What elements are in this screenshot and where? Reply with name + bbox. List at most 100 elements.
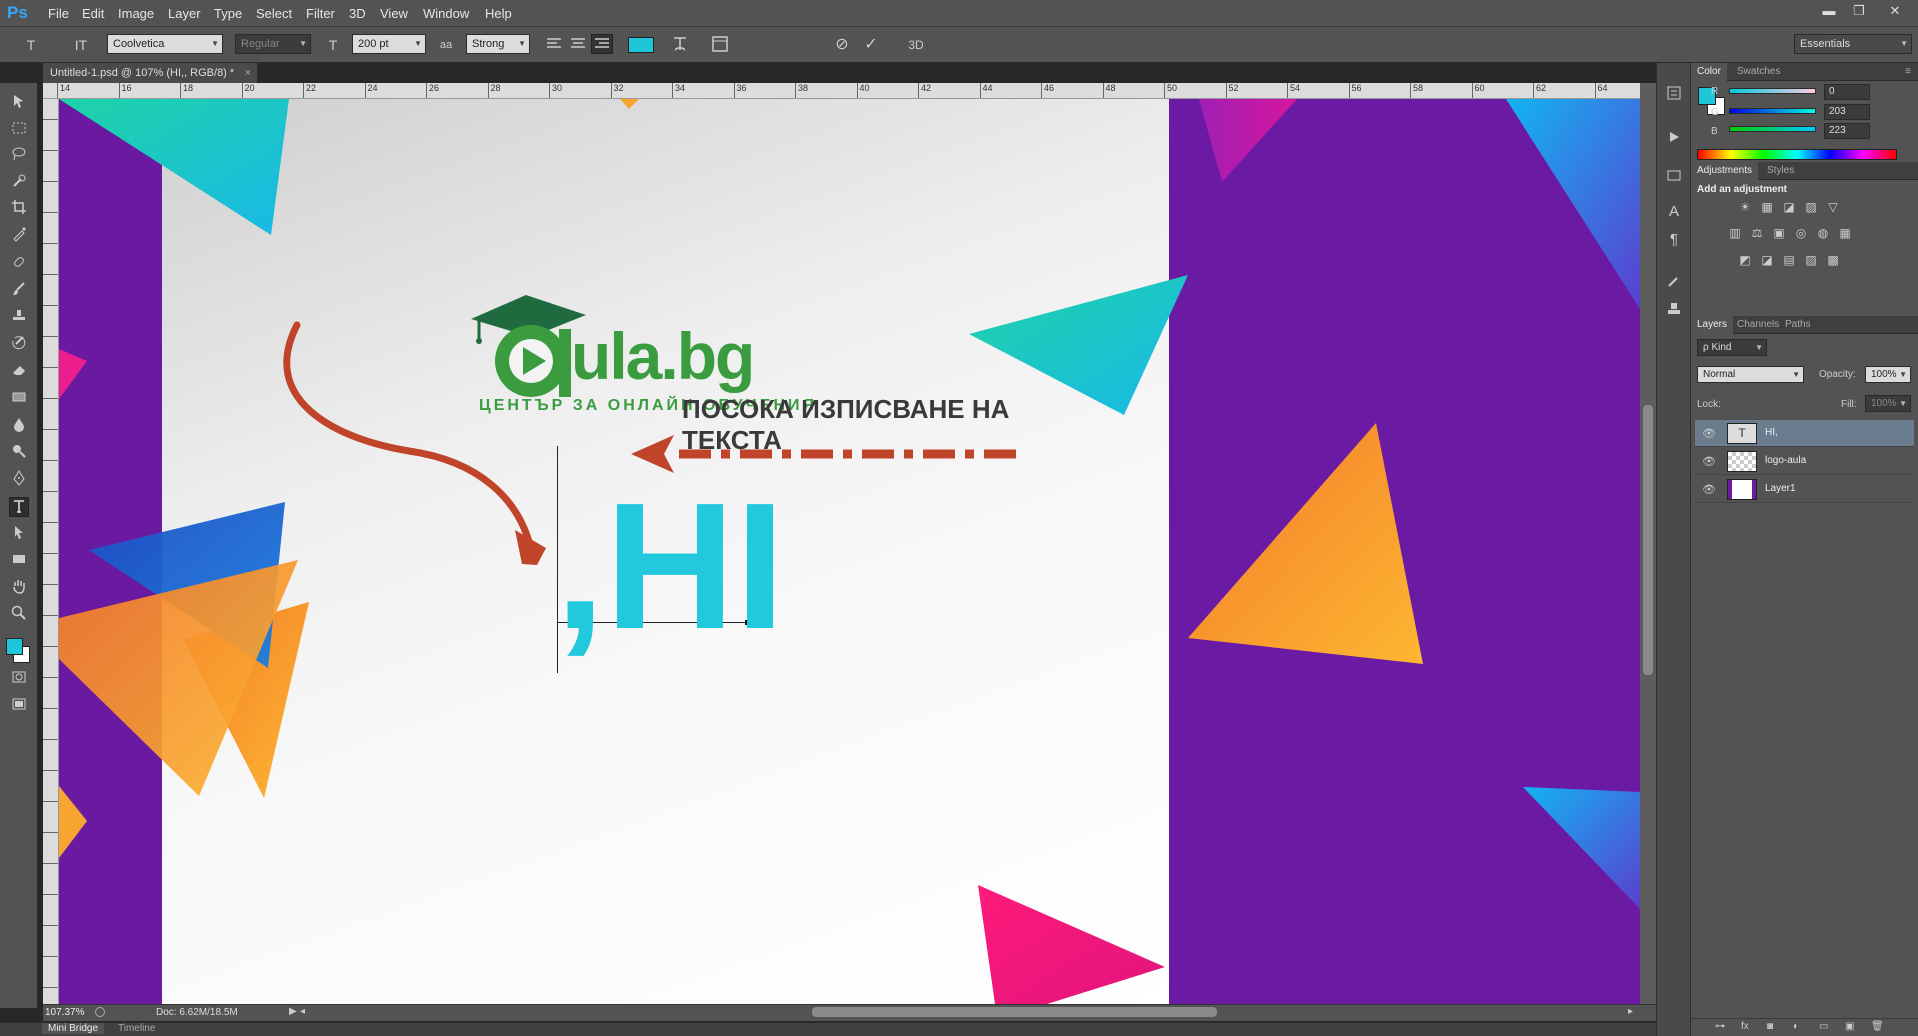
- font-style-select[interactable]: Regular ▼: [235, 34, 311, 54]
- horizontal-scroll-thumb[interactable]: [812, 1007, 1217, 1017]
- type-tool-preset-icon[interactable]: T: [22, 36, 40, 54]
- font-family-select[interactable]: Coolvetica ▼: [107, 34, 223, 54]
- menu-filter[interactable]: Filter: [306, 6, 335, 21]
- tab-timeline[interactable]: Timeline: [118, 1023, 155, 1034]
- gradient-map-icon[interactable]: ▩: [1825, 252, 1841, 268]
- text-orientation-icon[interactable]: IT: [72, 36, 90, 54]
- healing-brush-tool-icon[interactable]: [9, 254, 29, 274]
- tab-adjustments[interactable]: Adjustments: [1691, 162, 1759, 180]
- scroll-right-icon[interactable]: ▸: [1628, 1006, 1633, 1017]
- status-info-icon[interactable]: [95, 1007, 105, 1017]
- add-mask-icon[interactable]: ◙: [1767, 1021, 1773, 1032]
- blur-tool-icon[interactable]: [9, 416, 29, 436]
- history-panel-icon[interactable]: [1665, 85, 1683, 103]
- menu-image[interactable]: Image: [118, 6, 154, 21]
- zoom-level[interactable]: 107.37%: [45, 1007, 84, 1018]
- brightness-contrast-icon[interactable]: ☀: [1737, 199, 1753, 215]
- red-slider[interactable]: [1729, 88, 1816, 94]
- color-lookup-icon[interactable]: ▦: [1837, 225, 1853, 241]
- blue-value[interactable]: 223: [1824, 123, 1870, 139]
- channel-mixer-icon[interactable]: ◍: [1815, 225, 1831, 241]
- anti-alias-select[interactable]: Strong ▼: [466, 34, 530, 54]
- menu-file[interactable]: File: [48, 6, 69, 21]
- layer-name[interactable]: HI,: [1765, 427, 1778, 438]
- close-window-button[interactable]: ✕: [1880, 1, 1910, 21]
- crop-tool-icon[interactable]: [9, 199, 29, 219]
- eyedropper-tool-icon[interactable]: [9, 226, 29, 246]
- selective-color-icon[interactable]: ▨: [1803, 252, 1819, 268]
- cancel-edits-icon[interactable]: ⊘: [833, 36, 851, 54]
- clone-source-icon[interactable]: [1665, 301, 1683, 319]
- menu-view[interactable]: View: [380, 6, 408, 21]
- menu-select[interactable]: Select: [256, 6, 292, 21]
- visibility-eye-icon[interactable]: 👁: [1702, 427, 1716, 440]
- scroll-left-icon[interactable]: ◂: [300, 1006, 305, 1017]
- layer-row-hi[interactable]: 👁 T HI,: [1695, 420, 1914, 447]
- type-tool-icon[interactable]: [9, 497, 29, 517]
- fill-input[interactable]: 100% ▼: [1865, 395, 1911, 412]
- lasso-tool-icon[interactable]: [9, 146, 29, 166]
- tab-color[interactable]: Color: [1691, 63, 1727, 81]
- status-menu-arrow-icon[interactable]: ▶: [289, 1006, 297, 1017]
- visibility-eye-icon[interactable]: 👁: [1702, 455, 1716, 468]
- black-white-icon[interactable]: ▣: [1771, 225, 1787, 241]
- tab-paths[interactable]: Paths: [1779, 316, 1817, 334]
- restore-button[interactable]: ❐: [1844, 1, 1874, 21]
- foreground-background-colors[interactable]: [5, 636, 33, 664]
- menu-edit[interactable]: Edit: [82, 6, 104, 21]
- color-panel-menu-icon[interactable]: ≡: [1899, 63, 1917, 81]
- tab-channels[interactable]: Channels: [1731, 316, 1785, 334]
- vibrance-icon[interactable]: ▽: [1825, 199, 1841, 215]
- dodge-tool-icon[interactable]: [9, 443, 29, 463]
- gradient-tool-icon[interactable]: [9, 389, 29, 409]
- posterize-icon[interactable]: ◪: [1759, 252, 1775, 268]
- warp-text-icon[interactable]: [671, 34, 689, 54]
- pen-tool-icon[interactable]: [9, 470, 29, 490]
- tab-layers[interactable]: Layers: [1691, 316, 1734, 334]
- actions-panel-icon[interactable]: [1665, 129, 1683, 147]
- green-slider[interactable]: [1729, 108, 1816, 114]
- workspace-select[interactable]: Essentials ▼: [1794, 34, 1912, 54]
- zoom-tool-icon[interactable]: [9, 605, 29, 625]
- color-balance-icon[interactable]: ⚖: [1749, 225, 1765, 241]
- brush-presets-icon[interactable]: [1665, 273, 1683, 291]
- opacity-input[interactable]: 100% ▼: [1865, 366, 1911, 383]
- history-brush-tool-icon[interactable]: [9, 335, 29, 355]
- layer-row-logo-aula[interactable]: 👁 logo-aula: [1695, 448, 1914, 475]
- threshold-icon[interactable]: ▤: [1781, 252, 1797, 268]
- menu-3d[interactable]: 3D: [349, 6, 366, 21]
- align-left-icon[interactable]: [545, 36, 563, 52]
- brush-tool-icon[interactable]: [9, 281, 29, 301]
- layer-name[interactable]: logo-aula: [1765, 455, 1806, 466]
- document-tab[interactable]: Untitled-1.psd @ 107% (HI,, RGB/8) * ×: [43, 63, 258, 83]
- quick-selection-tool-icon[interactable]: [9, 173, 29, 193]
- rectangle-tool-icon[interactable]: [9, 551, 29, 571]
- photo-filter-icon[interactable]: ◎: [1793, 225, 1809, 241]
- new-adjustment-layer-icon[interactable]: ◐: [1793, 1021, 1799, 1032]
- levels-icon[interactable]: ▦: [1759, 199, 1775, 215]
- close-tab-icon[interactable]: ×: [245, 63, 251, 83]
- typed-text-layer[interactable]: ,HI: [555, 477, 785, 657]
- delete-layer-icon[interactable]: 🗑: [1871, 1021, 1884, 1032]
- clone-stamp-tool-icon[interactable]: [9, 308, 29, 328]
- document-canvas[interactable]: ula.bg ЦЕНТЪР ЗА ОНЛАЙН ОБУЧЕНИЯ ПОСОКА …: [59, 99, 1640, 1004]
- character-panel-icon[interactable]: A: [1665, 203, 1683, 221]
- quick-mask-icon[interactable]: [9, 669, 29, 689]
- layer-name[interactable]: Layer1: [1765, 483, 1796, 494]
- red-value[interactable]: 0: [1824, 84, 1870, 100]
- vertical-scroll-thumb[interactable]: [1643, 405, 1653, 675]
- curves-icon[interactable]: ◪: [1781, 199, 1797, 215]
- path-selection-tool-icon[interactable]: [9, 524, 29, 544]
- align-right-icon[interactable]: [591, 34, 613, 54]
- marquee-tool-icon[interactable]: [9, 120, 29, 140]
- foreground-color-swatch[interactable]: [6, 638, 23, 655]
- move-tool-icon[interactable]: [9, 93, 29, 113]
- screen-mode-icon[interactable]: [9, 696, 29, 716]
- text-color-swatch[interactable]: [628, 37, 654, 53]
- green-value[interactable]: 203: [1824, 104, 1870, 120]
- tool-presets-icon[interactable]: [1665, 167, 1683, 185]
- hand-tool-icon[interactable]: [9, 578, 29, 598]
- exposure-icon[interactable]: ▨: [1803, 199, 1819, 215]
- menu-type[interactable]: Type: [214, 6, 242, 21]
- menu-layer[interactable]: Layer: [168, 6, 201, 21]
